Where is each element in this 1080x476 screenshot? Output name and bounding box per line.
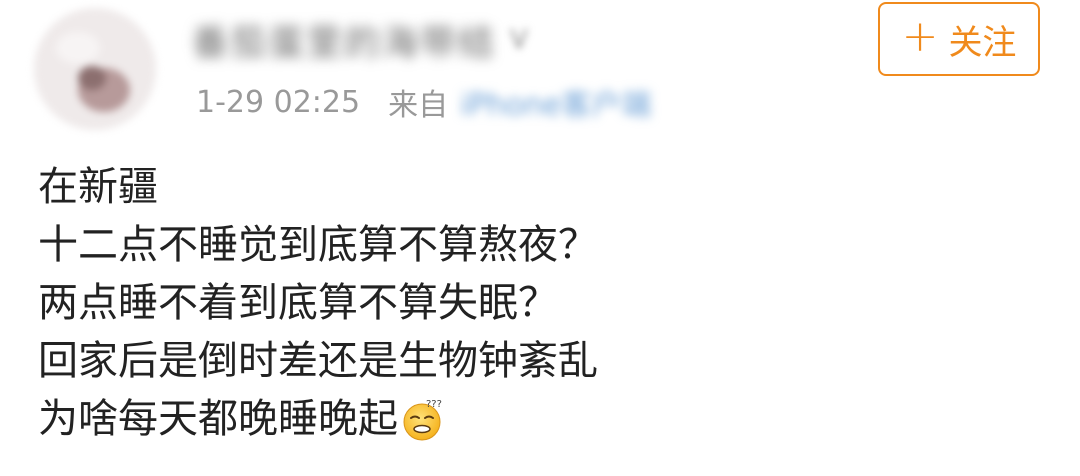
post-content-line-text: 两点睡不着到底算不算失眠？ bbox=[38, 280, 558, 326]
verified-badge-icon: V bbox=[510, 25, 528, 55]
post-content-line: 两点睡不着到底算不算失眠？ bbox=[38, 274, 1060, 332]
post-content-line-text: 回家后是倒时差还是生物钟紊乱 bbox=[38, 338, 598, 384]
avatar-image bbox=[34, 8, 156, 130]
post-source-device[interactable]: iPhone客户端 bbox=[460, 80, 651, 124]
post-timestamp: 1-29 02:25 bbox=[196, 84, 361, 120]
follow-button-label: 关注 bbox=[948, 22, 1017, 63]
post-content-line-text: 十二点不睡觉到底算不算熬夜？ bbox=[38, 222, 598, 268]
post-content[interactable]: 在新疆 十二点不睡觉到底算不算熬夜？ 两点睡不着到底算不算失眠？ 回家后是倒时差… bbox=[38, 158, 1060, 448]
post-content-line: 回家后是倒时差还是生物钟紊乱 bbox=[38, 332, 1060, 390]
post-meta: 1-29 02:25 来自 iPhone客户端 bbox=[196, 80, 651, 124]
post-content-line-text: 为啥每天都晚睡晚起 bbox=[38, 396, 398, 442]
post-content-line-text: 在新疆 bbox=[38, 164, 158, 210]
post-content-line: 十二点不睡觉到底算不算熬夜？ bbox=[38, 216, 1060, 274]
avatar[interactable] bbox=[34, 8, 156, 130]
post-content-line: 在新疆 bbox=[38, 158, 1060, 216]
author-name-row: 番茄蛋里的海带结 V bbox=[192, 18, 528, 64]
svg-text:???: ??? bbox=[426, 399, 442, 410]
plus-icon: + bbox=[901, 11, 939, 62]
post-content-line: 为啥每天都晚睡晚起 ??? bbox=[38, 390, 1060, 448]
post-source-label: 来自 bbox=[388, 88, 449, 123]
follow-button[interactable]: + 关注 bbox=[878, 2, 1040, 76]
confused-face-emoji-icon: ??? bbox=[400, 396, 446, 442]
author-name[interactable]: 番茄蛋里的海带结 bbox=[192, 14, 496, 66]
